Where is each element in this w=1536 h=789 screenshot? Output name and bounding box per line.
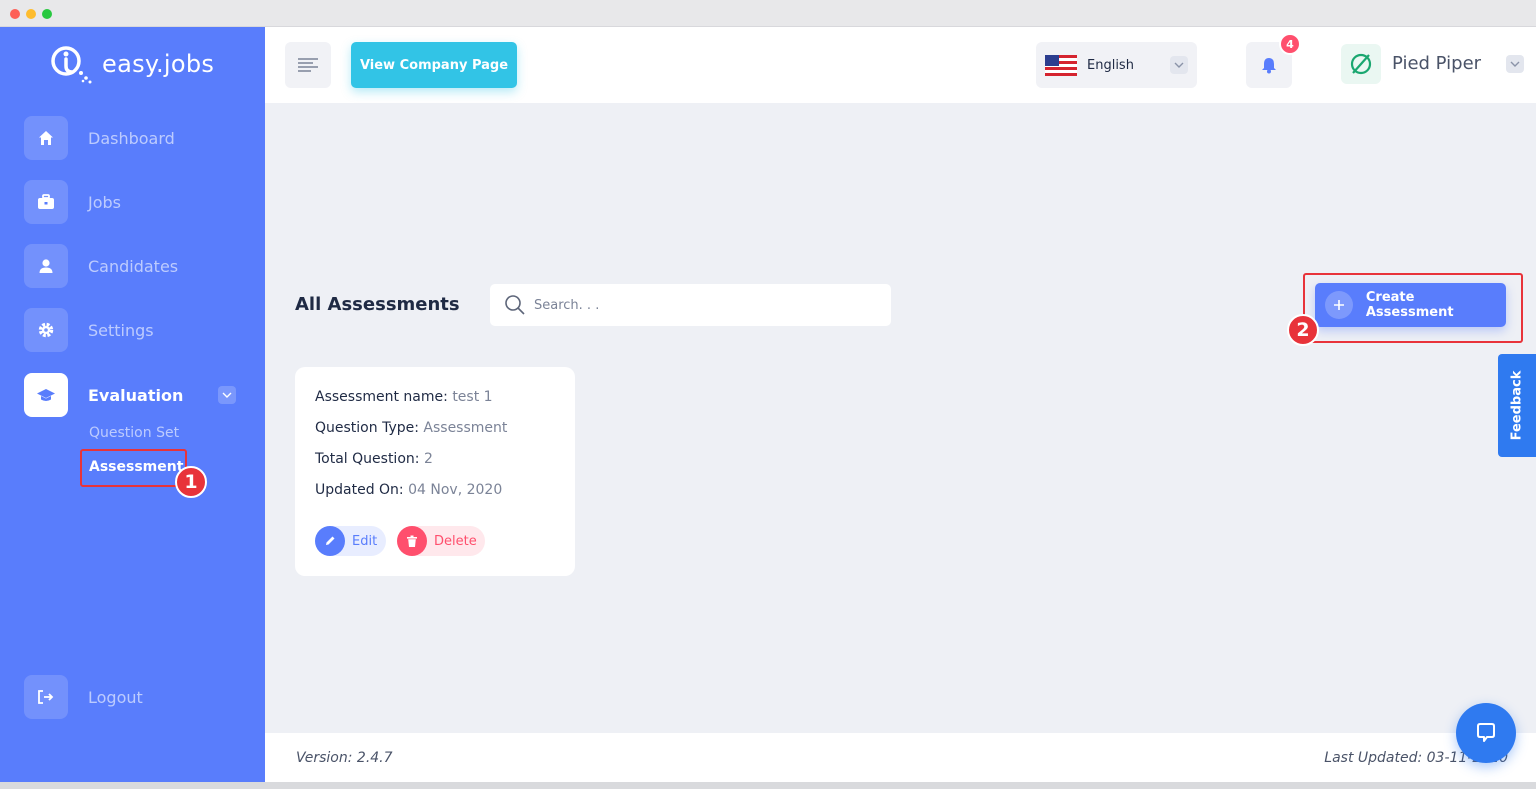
assessment-name-row: Assessment name: test 1	[315, 389, 493, 405]
chevron-down-icon[interactable]	[1506, 55, 1524, 73]
annotation-highlight-create-assessment	[1303, 273, 1523, 343]
user-icon	[24, 244, 68, 288]
sidebar-subitem-question-set[interactable]: Question Set	[89, 425, 179, 441]
sidebar-item-dashboard[interactable]: Dashboard	[24, 116, 244, 160]
logout-icon	[24, 675, 68, 719]
window-bottom-edge	[0, 782, 1536, 789]
sidebar-item-jobs[interactable]: Jobs	[24, 180, 244, 224]
main-content: All Assessments Search. . . Create Asses…	[265, 103, 1536, 733]
delete-button[interactable]: Delete	[397, 526, 485, 556]
hamburger-icon	[298, 58, 318, 72]
briefcase-icon	[24, 180, 68, 224]
total-question-label: Total Question:	[315, 451, 420, 467]
edit-label: Edit	[352, 533, 378, 549]
pied-piper-logo-icon	[1350, 53, 1372, 75]
close-window-dot[interactable]	[10, 9, 20, 19]
page-title: All Assessments	[295, 294, 460, 315]
trash-icon	[397, 526, 427, 556]
maximize-window-dot[interactable]	[42, 9, 52, 19]
language-label: English	[1087, 57, 1134, 73]
us-flag-icon	[1045, 54, 1077, 76]
sidebar-item-candidates[interactable]: Candidates	[24, 244, 244, 288]
annotation-step-badge: 2	[1287, 314, 1319, 346]
chevron-down-icon	[1170, 56, 1188, 74]
easyjobs-logo-icon	[51, 46, 92, 84]
sidebar: easy.jobs Dashboard Jobs Candidates Sett…	[0, 27, 265, 782]
annotation-highlight-assessment	[80, 449, 187, 487]
chat-bubble-icon	[1477, 723, 1495, 742]
sidebar-item-label: Evaluation	[88, 385, 184, 405]
sidebar-item-label: Dashboard	[88, 128, 175, 148]
sidebar-item-label: Candidates	[88, 256, 179, 276]
feedback-tab[interactable]: Feedback	[1498, 354, 1536, 457]
question-type-label: Question Type:	[315, 420, 419, 436]
edit-button[interactable]: Edit	[315, 526, 386, 556]
home-icon	[24, 116, 68, 160]
company-name[interactable]: Pied Piper	[1392, 53, 1481, 74]
search-input[interactable]: Search. . .	[490, 284, 891, 326]
chevron-down-icon[interactable]	[218, 386, 236, 404]
bell-icon	[1262, 58, 1276, 74]
search-icon	[505, 295, 525, 315]
question-type-row: Question Type: Assessment	[315, 420, 507, 436]
sidebar-item-label: Settings	[88, 320, 154, 340]
sidebar-item-evaluation[interactable]: Evaluation	[24, 373, 244, 417]
view-company-page-button[interactable]: View Company Page	[351, 42, 517, 88]
version-text: Version: 2.4.7	[296, 750, 393, 766]
minimize-window-dot[interactable]	[26, 9, 36, 19]
notification-count-badge: 4	[1279, 33, 1301, 55]
window-titlebar	[0, 0, 1536, 27]
updated-on-value: 04 Nov, 2020	[408, 482, 503, 498]
annotation-step-badge: 1	[175, 466, 207, 498]
sidebar-item-label: Jobs	[88, 192, 121, 212]
total-question-row: Total Question: 2	[315, 451, 433, 467]
language-selector[interactable]: English	[1036, 42, 1197, 88]
updated-on-label: Updated On:	[315, 482, 404, 498]
question-type-value: Assessment	[423, 420, 508, 436]
assessment-card: Assessment name: test 1 Question Type: A…	[295, 367, 575, 576]
updated-on-row: Updated On: 04 Nov, 2020	[315, 482, 502, 498]
feedback-label: Feedback	[1509, 370, 1525, 441]
chat-support-button[interactable]	[1456, 703, 1516, 763]
brand-logo[interactable]: easy.jobs	[48, 44, 214, 84]
search-placeholder: Search. . .	[534, 297, 600, 313]
menu-toggle-button[interactable]	[285, 42, 331, 88]
topbar: View Company Page English 4 Pied Piper	[265, 27, 1536, 103]
sidebar-item-logout[interactable]: Logout	[24, 675, 244, 719]
total-question-value: 2	[423, 451, 433, 467]
footer: Version: 2.4.7 Last Updated: 03-11-2020	[265, 733, 1536, 782]
assessment-name-label: Assessment name:	[315, 389, 448, 405]
brand-name: easy.jobs	[102, 50, 215, 78]
sidebar-item-settings[interactable]: Settings	[24, 308, 244, 352]
assessment-name-value: test 1	[452, 389, 493, 405]
graduation-cap-icon	[24, 373, 68, 417]
sidebar-item-label: Logout	[88, 687, 143, 707]
company-logo[interactable]	[1341, 44, 1381, 84]
gear-icon	[24, 308, 68, 352]
delete-label: Delete	[434, 533, 477, 549]
pencil-icon	[315, 526, 345, 556]
